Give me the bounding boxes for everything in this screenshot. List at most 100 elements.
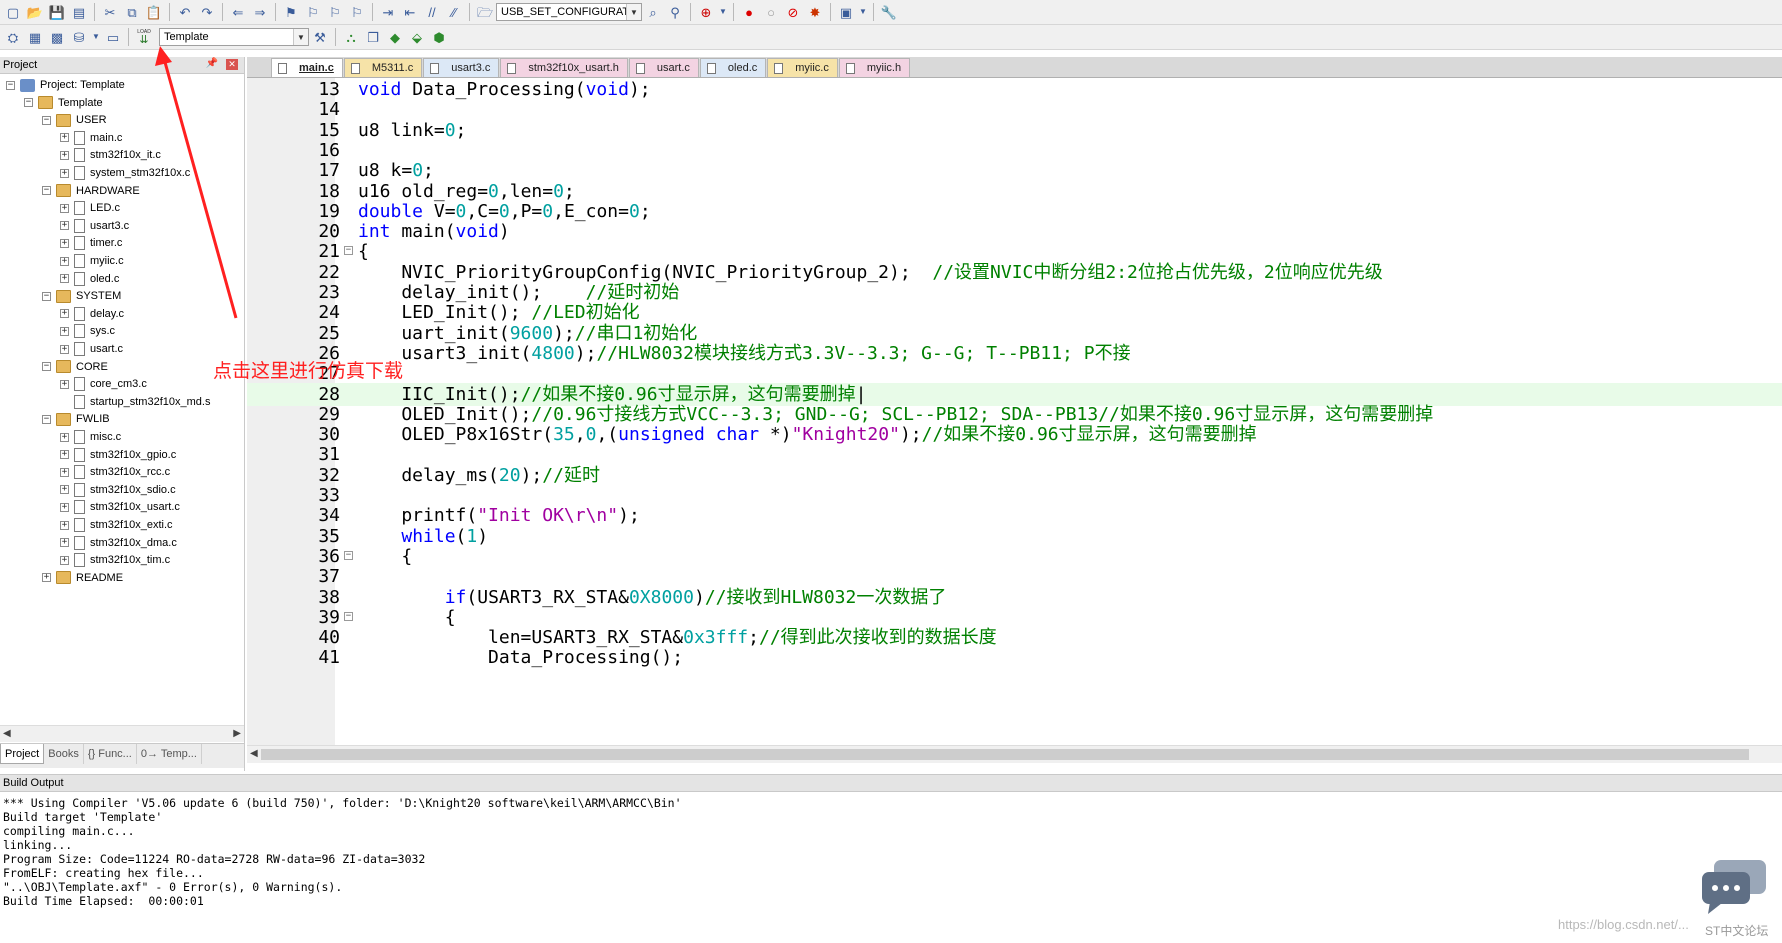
close-icon[interactable]: ✕ xyxy=(226,59,238,70)
expand-toggle-icon[interactable]: + xyxy=(60,379,69,389)
fold-toggle-icon[interactable]: − xyxy=(344,550,353,560)
debug-dropdown-icon[interactable]: ▼ xyxy=(718,2,728,22)
expand-toggle-icon[interactable]: + xyxy=(60,538,69,548)
collapse-toggle-icon[interactable]: − xyxy=(42,414,51,424)
paste-icon[interactable]: 📋 xyxy=(144,2,164,22)
cut-icon[interactable]: ✂ xyxy=(100,2,120,22)
window-layout-dropdown-icon[interactable]: ▼ xyxy=(858,2,868,22)
tree-item[interactable]: + README xyxy=(42,568,123,588)
expand-toggle-icon[interactable]: + xyxy=(60,485,69,495)
expand-toggle-icon[interactable]: + xyxy=(60,256,69,266)
chevron-down-icon[interactable]: ▼ xyxy=(626,4,641,20)
run-time-environment-icon[interactable]: ⬢ xyxy=(429,27,449,47)
file-tab[interactable]: stm32f10x_usart.h xyxy=(500,58,628,77)
bookmark-clear-icon[interactable]: ⚐ xyxy=(347,2,367,22)
select-packs-icon[interactable]: ◆ xyxy=(385,27,405,47)
scrollbar-thumb[interactable] xyxy=(261,749,1749,760)
collapse-toggle-icon[interactable]: − xyxy=(42,115,51,125)
bookmark-next-icon[interactable]: ⚐ xyxy=(325,2,345,22)
new-file-icon[interactable]: ▢ xyxy=(3,2,23,22)
expand-toggle-icon[interactable]: + xyxy=(60,150,69,160)
file-tab[interactable]: myiic.c xyxy=(767,58,838,77)
chevron-down-icon[interactable]: ▼ xyxy=(293,29,308,45)
copy-icon[interactable]: ⧉ xyxy=(122,2,142,22)
fold-toggle-icon[interactable]: − xyxy=(344,611,353,621)
target-select[interactable]: Template ▼ xyxy=(159,28,309,46)
batch-build-dropdown-icon[interactable]: ▼ xyxy=(91,27,101,47)
expand-toggle-icon[interactable]: + xyxy=(42,573,51,583)
expand-toggle-icon[interactable]: + xyxy=(60,450,69,460)
translate-icon[interactable]: ⛭ xyxy=(3,27,23,47)
expand-toggle-icon[interactable]: + xyxy=(60,274,69,284)
window-layout-icon[interactable]: ▣ xyxy=(836,2,856,22)
expand-toggle-icon[interactable]: + xyxy=(60,555,69,565)
expand-toggle-icon[interactable]: + xyxy=(60,326,69,336)
scroll-right-icon[interactable]: ▶ xyxy=(233,728,241,739)
breakpoint-kill-icon[interactable]: ✸ xyxy=(805,2,825,22)
find-icon[interactable]: ⌕ xyxy=(643,2,663,22)
debug-session-icon[interactable]: ⊕ xyxy=(696,2,716,22)
undo-icon[interactable]: ↶ xyxy=(175,2,195,22)
breakpoint-enable-icon[interactable]: ○ xyxy=(761,2,781,22)
panel-tab[interactable]: {} Func... xyxy=(84,744,137,764)
breakpoint-icon[interactable]: ● xyxy=(739,2,759,22)
open-file-icon[interactable]: 📂 xyxy=(25,2,45,22)
pin-icon[interactable]: 📌 xyxy=(206,58,218,69)
find-in-files-icon[interactable]: 🗁 xyxy=(475,2,495,22)
panel-tab[interactable]: 0→ Temp... xyxy=(137,744,202,764)
code-line[interactable]: 41 Data_Processing(); xyxy=(247,646,1782,669)
panel-tab[interactable]: Books xyxy=(44,744,84,764)
expand-toggle-icon[interactable]: + xyxy=(60,133,69,143)
expand-toggle-icon[interactable]: + xyxy=(60,432,69,442)
batch-build-icon[interactable]: ⛁ xyxy=(69,27,89,47)
file-tab[interactable]: oled.c xyxy=(699,58,767,77)
breakpoint-disable-icon[interactable]: ⊘ xyxy=(783,2,803,22)
build-icon[interactable]: ▦ xyxy=(25,27,45,47)
file-tab[interactable]: usart3.c xyxy=(423,58,500,77)
incremental-find-icon[interactable]: ⚲ xyxy=(665,2,685,22)
uncomment-icon[interactable]: ⁄⁄ xyxy=(444,2,464,22)
expand-toggle-icon[interactable]: + xyxy=(60,467,69,477)
manage-components-icon[interactable]: ⛬ xyxy=(341,27,361,47)
file-tab[interactable]: myiic.h xyxy=(838,58,911,77)
redo-icon[interactable]: ↷ xyxy=(197,2,217,22)
collapse-toggle-icon[interactable]: − xyxy=(42,291,51,301)
file-tab[interactable]: main.c xyxy=(271,58,343,77)
collapse-toggle-icon[interactable]: − xyxy=(24,98,33,108)
pack-installer-icon[interactable]: ⬙ xyxy=(407,27,427,47)
file-tab[interactable]: usart.c xyxy=(628,58,699,77)
expand-toggle-icon[interactable]: + xyxy=(60,168,69,178)
expand-toggle-icon[interactable]: + xyxy=(60,344,69,354)
panel-tab[interactable]: Project xyxy=(0,744,45,764)
rebuild-icon[interactable]: ▩ xyxy=(47,27,67,47)
editor-horizontal-scrollbar[interactable]: ◀ xyxy=(247,745,1782,763)
file-tab[interactable]: M5311.c xyxy=(343,58,423,77)
expand-toggle-icon[interactable]: + xyxy=(60,309,69,319)
code-editor[interactable]: 13 void Data_Processing(void); 14 15 u8 link… xyxy=(247,78,1782,745)
configure-icon[interactable]: 🔧 xyxy=(879,2,899,22)
indent-icon[interactable]: ⇥ xyxy=(378,2,398,22)
target-options-icon[interactable]: ⚒ xyxy=(310,27,330,47)
nav-forward-icon[interactable]: ⇒ xyxy=(250,2,270,22)
load-download-button[interactable]: LOAD ⇊ xyxy=(134,27,154,47)
fold-toggle-icon[interactable]: − xyxy=(344,246,353,256)
bookmark-prev-icon[interactable]: ⚐ xyxy=(303,2,323,22)
expand-toggle-icon[interactable]: + xyxy=(60,502,69,512)
expand-toggle-icon[interactable]: + xyxy=(60,221,69,231)
stop-build-icon[interactable]: ▭ xyxy=(103,27,123,47)
comment-icon[interactable]: // xyxy=(422,2,442,22)
collapse-toggle-icon[interactable]: − xyxy=(6,80,15,90)
scroll-left-icon[interactable]: ◀ xyxy=(250,748,258,759)
expand-toggle-icon[interactable]: + xyxy=(60,520,69,530)
unindent-icon[interactable]: ⇤ xyxy=(400,2,420,22)
project-horizontal-scrollbar[interactable]: ◀ ▶ xyxy=(0,725,244,742)
nav-back-icon[interactable]: ⇐ xyxy=(228,2,248,22)
manage-project-items-icon[interactable]: ❐ xyxy=(363,27,383,47)
expand-toggle-icon[interactable]: + xyxy=(60,238,69,248)
save-icon[interactable]: 💾 xyxy=(47,2,67,22)
collapse-toggle-icon[interactable]: − xyxy=(42,362,51,372)
scroll-left-icon[interactable]: ◀ xyxy=(3,728,11,739)
save-all-icon[interactable]: ▤ xyxy=(69,2,89,22)
collapse-toggle-icon[interactable]: − xyxy=(42,186,51,196)
find-combo[interactable]: USB_SET_CONFIGURATIO ▼ xyxy=(496,3,642,21)
